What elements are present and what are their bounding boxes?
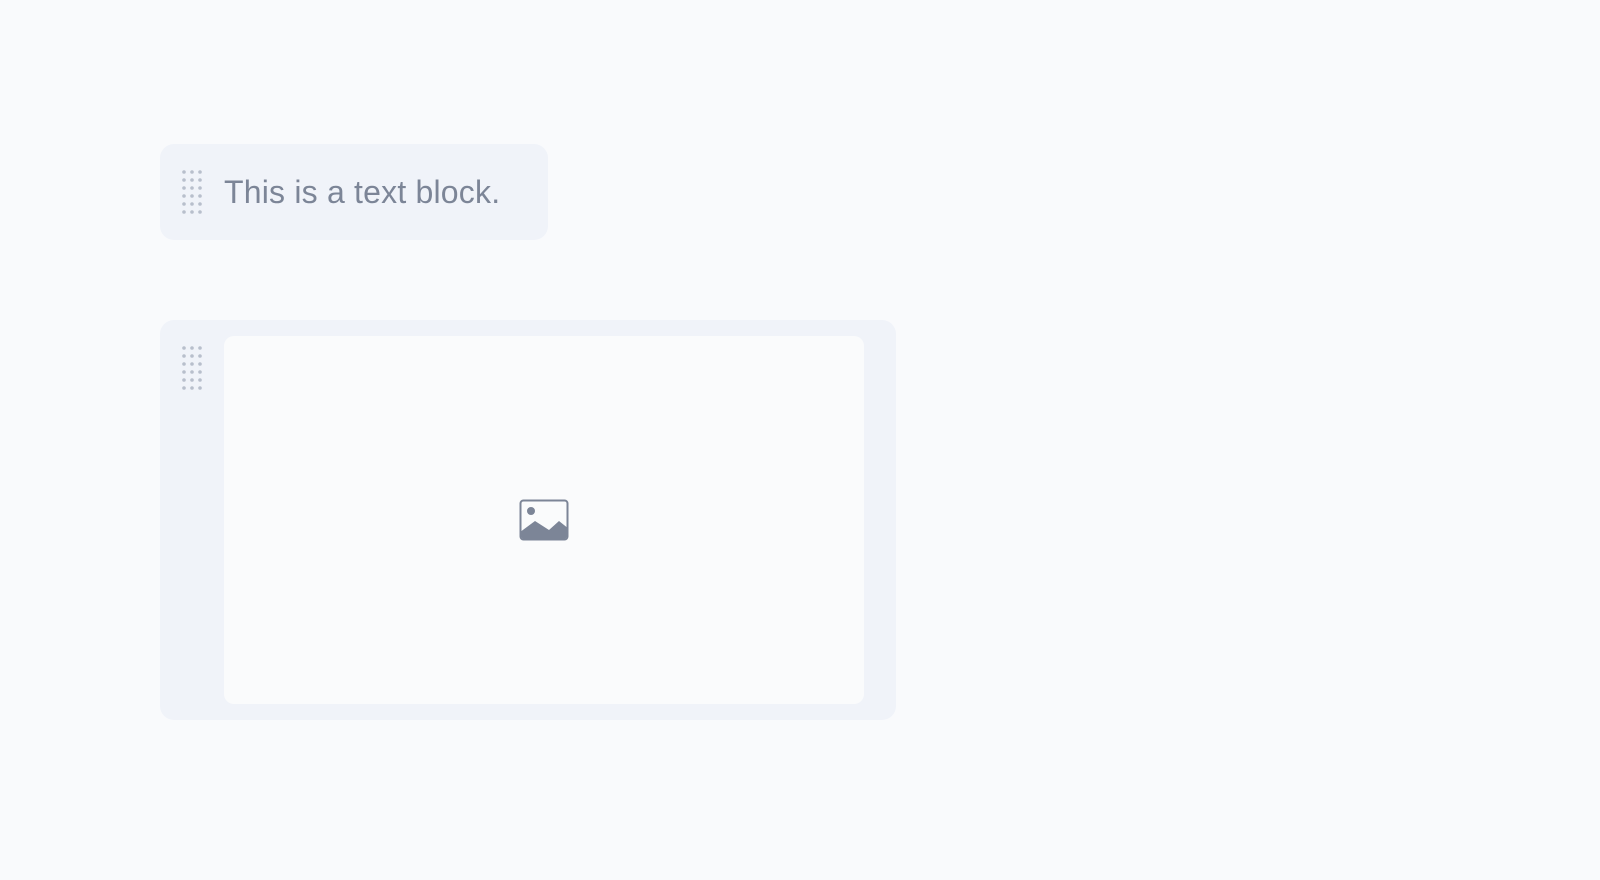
drag-handle-icon[interactable] [180, 344, 204, 392]
text-block-content[interactable]: This is a text block. [224, 144, 500, 240]
editor-canvas: This is a text block. [0, 0, 1600, 880]
text-block[interactable]: This is a text block. [160, 144, 548, 240]
image-placeholder-icon [519, 499, 569, 541]
drag-handle-icon[interactable] [180, 168, 204, 216]
image-block[interactable] [160, 320, 896, 720]
image-frame[interactable] [224, 336, 864, 704]
